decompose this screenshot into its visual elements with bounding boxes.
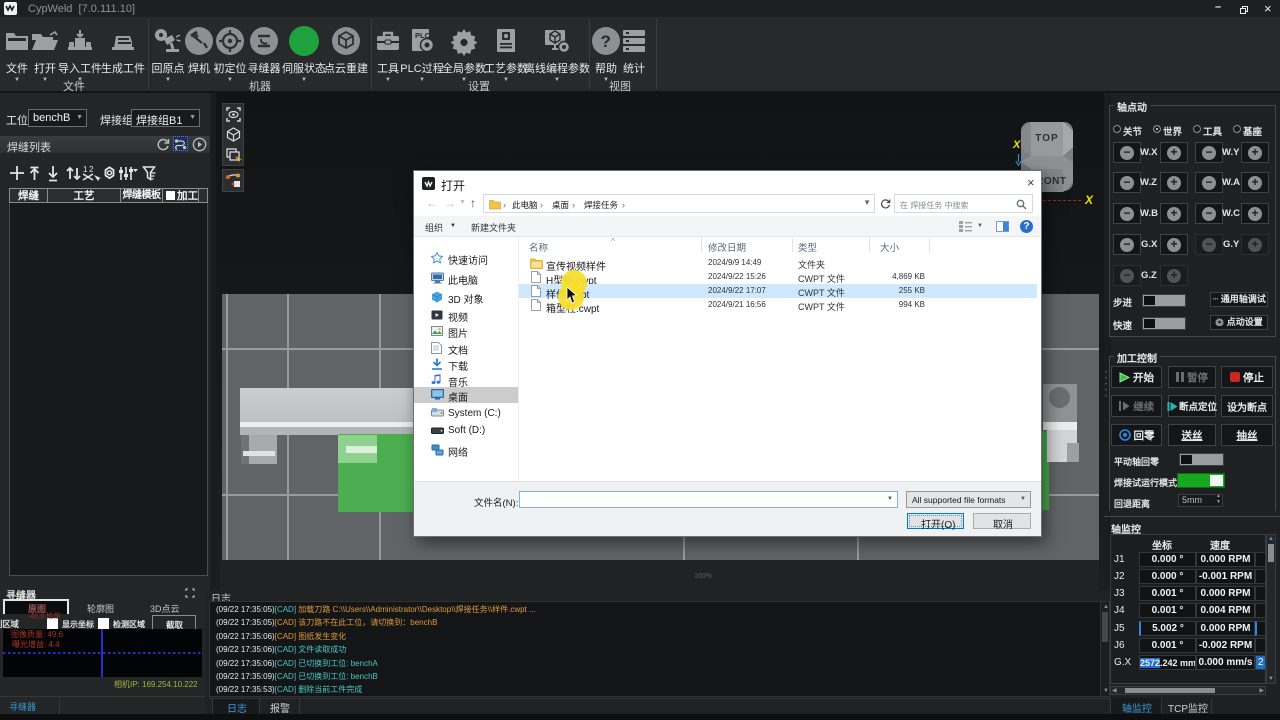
svg-text:2: 2 bbox=[89, 165, 94, 174]
svg-text:TOP: TOP bbox=[1035, 133, 1058, 144]
svg-text:1: 1 bbox=[83, 165, 88, 174]
svg-text:?: ? bbox=[601, 32, 611, 51]
